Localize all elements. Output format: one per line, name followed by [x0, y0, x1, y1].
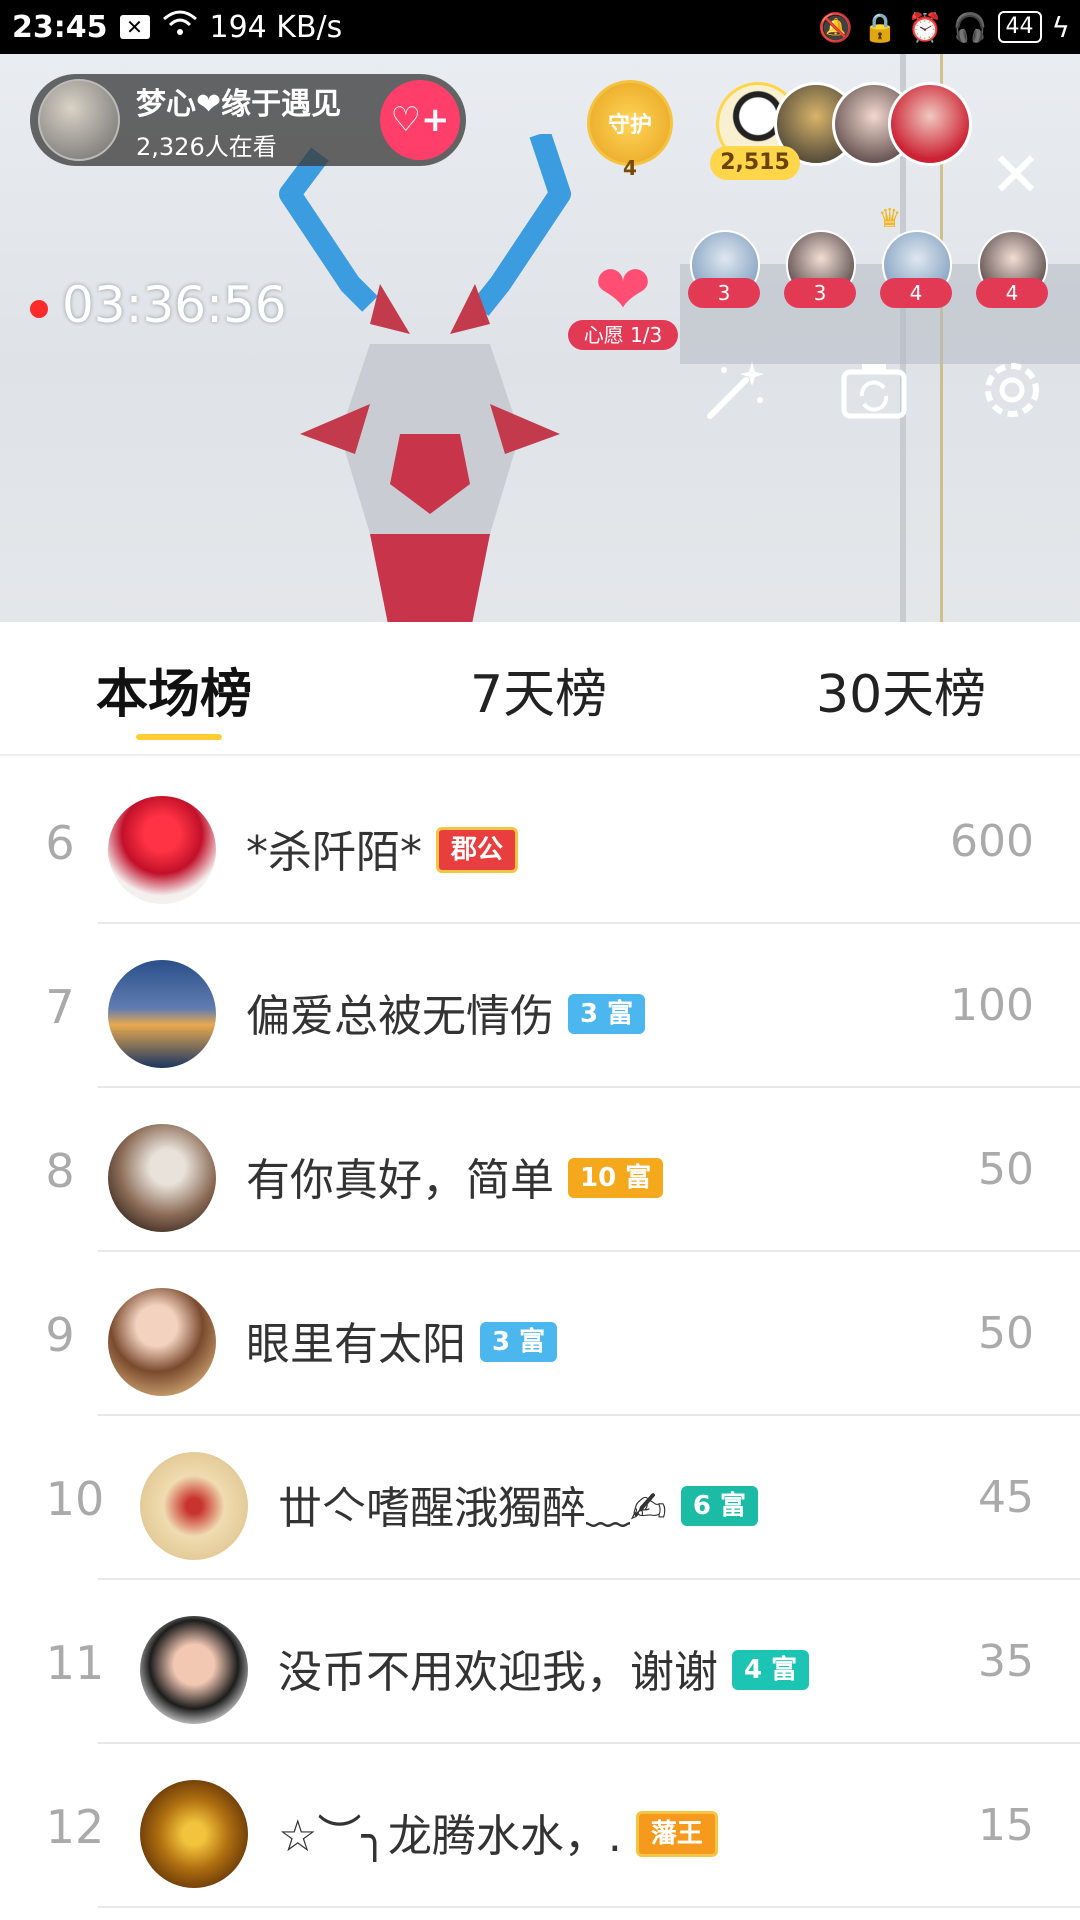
notification-icon: ✕: [119, 15, 150, 39]
title-badge: 郡公: [436, 827, 519, 873]
user-name: 没币不用欢迎我，谢谢 4 富: [278, 1636, 810, 1700]
rank-number: 7: [45, 980, 75, 1034]
rank-number: 11: [45, 1636, 105, 1690]
mute-bell-icon: 🔕: [818, 10, 853, 44]
wealth-level-badge: 3 富: [568, 994, 646, 1034]
beauty-wand-icon[interactable]: [700, 354, 772, 426]
score: 45: [978, 1472, 1034, 1523]
mic-user-level: 4: [976, 278, 1048, 308]
leaderboard-tabs: 本场榜 7天榜 30天榜: [0, 622, 1080, 756]
avatar[interactable]: [108, 1288, 216, 1396]
user-name: *杀阡陌* 郡公: [246, 816, 519, 880]
heart-icon: ❤: [594, 251, 652, 330]
user-name: 眼里有太阳 3 富: [246, 1308, 558, 1372]
headphones-icon: 🎧: [952, 10, 988, 44]
host-info[interactable]: 梦心❤缘于遇见 2,326人在看 ♡+: [30, 74, 466, 166]
wish-progress: 心愿 1/3: [568, 320, 678, 350]
list-item[interactable]: 11 没币不用欢迎我，谢谢 4 富 35: [0, 1580, 1080, 1744]
settings-gear-icon[interactable]: [976, 354, 1048, 426]
score: 600: [950, 816, 1034, 867]
crown-icon: 守护: [587, 80, 673, 166]
battery-icon: 44: [997, 11, 1042, 43]
user-name: 偏爱总被无情伤 3 富: [246, 980, 646, 1044]
status-bar: 23:45 ✕ 194 KB/s 🔕 🔒 ⏰ 🎧 44 ϟ: [0, 0, 1080, 54]
switch-camera-icon[interactable]: [838, 354, 910, 426]
user-name: 有你真好，简单 10 富: [246, 1144, 664, 1208]
crown-icon: ♛: [878, 204, 902, 234]
avatar[interactable]: [108, 1124, 216, 1232]
rank-number: 8: [45, 1144, 75, 1198]
avatar[interactable]: [108, 960, 216, 1068]
close-icon[interactable]: ✕: [990, 144, 1042, 206]
wealth-level-badge: 4 富: [732, 1650, 810, 1690]
avatar[interactable]: [140, 1616, 248, 1724]
wish-button[interactable]: ❤ 心愿 1/3: [568, 251, 678, 350]
live-timer: 03:36:56: [62, 276, 287, 334]
list-item[interactable]: 9 眼里有太阳 3 富 50: [0, 1252, 1080, 1416]
score: 15: [978, 1800, 1034, 1851]
deer-head-image: [279, 134, 571, 622]
score: 35: [978, 1636, 1034, 1687]
rank-number: 6: [45, 816, 75, 870]
rank-number: 12: [45, 1800, 105, 1854]
lock-icon: 🔒: [862, 10, 898, 44]
list-item[interactable]: 6 *杀阡陌* 郡公 600: [0, 760, 1080, 924]
rank-number: 9: [45, 1308, 75, 1362]
wifi-icon: [162, 9, 198, 45]
list-item[interactable]: 7 偏爱总被无情伤 3 富 100: [0, 924, 1080, 1088]
tab-this-session[interactable]: 本场榜: [96, 652, 252, 727]
list-item[interactable]: 8 有你真好，简单 10 富 50: [0, 1088, 1080, 1252]
viewer-count: 2,326人在看: [136, 132, 277, 161]
wealth-level-badge: 6 富: [680, 1486, 759, 1526]
mic-user-level: 3: [688, 278, 760, 308]
rank-number: 10: [45, 1472, 105, 1526]
wealth-level-badge: 3 富: [480, 1322, 558, 1362]
heart-plus-icon: ♡+: [390, 100, 450, 140]
title-badge: 藩王: [635, 1811, 718, 1857]
follow-button[interactable]: ♡+: [380, 80, 460, 160]
ranking-list[interactable]: 6 *杀阡陌* 郡公 600 7 偏爱总被无情伤 3 富 100 8 有你真好，简单…: [0, 760, 1080, 1920]
score: 50: [978, 1308, 1034, 1359]
network-speed: 194 KB/s: [209, 9, 343, 45]
user-name: ☆︶╮龙腾水水，. 藩王: [278, 1800, 718, 1864]
tab-30-days[interactable]: 30天榜: [816, 652, 986, 727]
recording-dot-icon: [30, 300, 48, 318]
active-tab-indicator: [136, 734, 222, 740]
fan-score: 2,515: [710, 146, 800, 180]
fan-avatar[interactable]: [888, 82, 972, 166]
avatar[interactable]: [140, 1780, 248, 1888]
wealth-level-badge: 10 富: [568, 1158, 664, 1198]
avatar[interactable]: [108, 796, 216, 904]
host-avatar[interactable]: [38, 79, 120, 161]
host-name: 梦心❤缘于遇见: [136, 86, 342, 122]
score: 50: [978, 1144, 1034, 1195]
score: 100: [950, 980, 1034, 1031]
alarm-icon: ⏰: [907, 10, 943, 44]
mic-user-level: 3: [784, 278, 856, 308]
user-name: 丗亽嗜醒涐獨醉﹏✍ 6 富: [278, 1472, 759, 1536]
clock: 23:45: [12, 9, 108, 45]
charging-icon: ϟ: [1051, 10, 1070, 44]
avatar[interactable]: [140, 1452, 248, 1560]
guard-badge[interactable]: 守护 4: [584, 80, 676, 188]
tab-7-days[interactable]: 7天榜: [470, 652, 607, 727]
guard-count: 4: [623, 156, 637, 180]
list-item[interactable]: 12 ☆︶╮龙腾水水，. 藩王 15: [0, 1744, 1080, 1908]
live-video[interactable]: 梦心❤缘于遇见 2,326人在看 ♡+ 守护 4 2,515 ✕ 03:36:5…: [0, 54, 1080, 622]
list-item[interactable]: 10 丗亽嗜醒涐獨醉﹏✍ 6 富 45: [0, 1416, 1080, 1580]
mic-user-level: 4: [880, 278, 952, 308]
